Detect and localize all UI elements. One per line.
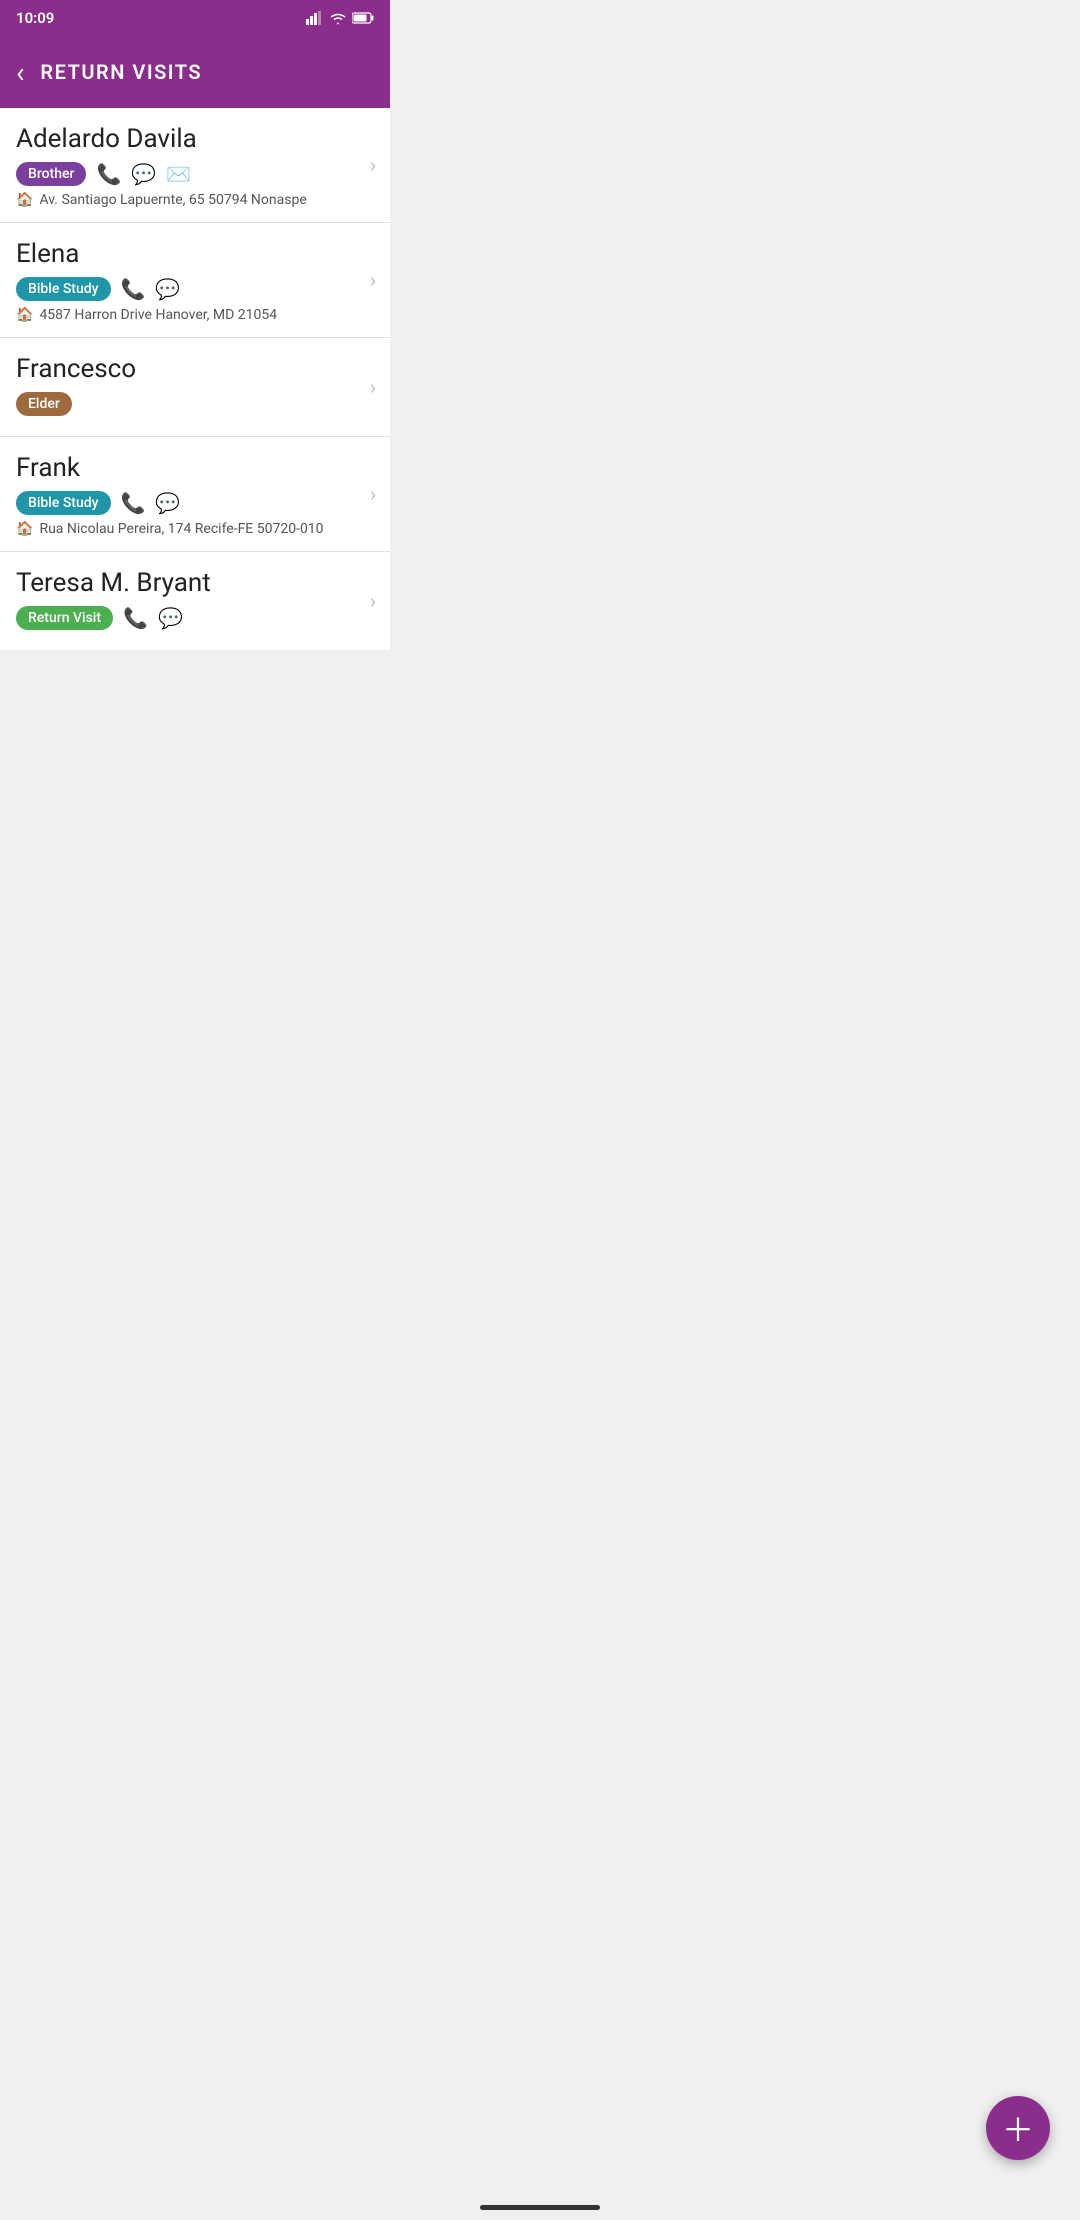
phone-icon[interactable]: 📞 [121,491,146,515]
battery-icon [352,12,374,24]
signal-icon [306,11,324,25]
contact-item-elena[interactable]: Elena Bible Study 📞 💬 🏠 4587 Harron Driv… [0,223,390,338]
empty-area [0,650,390,950]
message-icon[interactable]: 💬 [131,162,156,186]
page-title: RETURN VISITS [40,60,202,84]
contact-address: 🏠 4587 Harron Drive Hanover, MD 21054 [16,307,374,323]
plus-icon: ＋ [1002,2105,1034,2151]
phone-icon[interactable]: 📞 [123,606,148,630]
message-icon[interactable]: 💬 [155,277,180,301]
badge-bible-study: Bible Study [16,491,111,515]
badge-bible-study: Bible Study [16,277,111,301]
badge-elder: Elder [16,392,72,416]
message-icon[interactable]: 💬 [158,606,183,630]
status-icons [306,11,374,25]
contact-meta: Bible Study 📞 💬 [16,491,374,515]
badge-return-visit: Return Visit [16,606,113,630]
chevron-right-icon: › [370,375,376,399]
contact-name: Frank [16,453,374,483]
phone-icon[interactable]: 📞 [121,277,146,301]
add-contact-button[interactable]: ＋ [986,2096,1050,2160]
contact-name: Teresa M. Bryant [16,568,374,598]
email-icon[interactable]: ✉️ [166,162,191,186]
address-text: Rua Nicolau Pereira, 174 Recife-FE 50720… [39,521,323,537]
contact-address: 🏠 Rua Nicolau Pereira, 174 Recife-FE 507… [16,521,374,537]
wifi-icon [330,11,346,25]
contact-item-frank[interactable]: Frank Bible Study 📞 💬 🏠 Rua Nicolau Pere… [0,437,390,552]
back-button[interactable]: ‹ [16,56,24,89]
contact-meta: Brother 📞 💬 ✉️ [16,162,374,186]
header: ‹ RETURN VISITS [0,36,390,108]
contact-meta: Elder [16,392,374,416]
contact-item-teresa[interactable]: Teresa M. Bryant Return Visit 📞 💬 › [0,552,390,650]
home-indicator [480,2205,600,2210]
chevron-right-icon: › [370,482,376,506]
contact-meta: Return Visit 📞 💬 [16,606,374,630]
status-time: 10:09 [16,9,54,27]
home-icon: 🏠 [16,521,33,537]
contact-name: Elena [16,239,374,269]
home-icon: 🏠 [16,307,33,323]
phone-icon[interactable]: 📞 [96,162,121,186]
chevron-right-icon: › [370,589,376,613]
address-text: 4587 Harron Drive Hanover, MD 21054 [39,307,277,323]
chevron-right-icon: › [370,268,376,292]
contact-item-francesco[interactable]: Francesco Elder › [0,338,390,437]
address-text: Av. Santiago Lapuernte, 65 50794 Nonaspe [39,192,306,208]
contact-address: 🏠 Av. Santiago Lapuernte, 65 50794 Nonas… [16,192,374,208]
contact-list: Adelardo Davila Brother 📞 💬 ✉️ 🏠 Av. San… [0,108,390,650]
contact-name: Adelardo Davila [16,124,374,154]
badge-brother: Brother [16,162,86,186]
contact-meta: Bible Study 📞 💬 [16,277,374,301]
message-icon[interactable]: 💬 [155,491,180,515]
chevron-right-icon: › [370,153,376,177]
status-bar: 10:09 [0,0,390,36]
contact-name: Francesco [16,354,374,384]
contact-item-adelardo[interactable]: Adelardo Davila Brother 📞 💬 ✉️ 🏠 Av. San… [0,108,390,223]
home-icon: 🏠 [16,192,33,208]
